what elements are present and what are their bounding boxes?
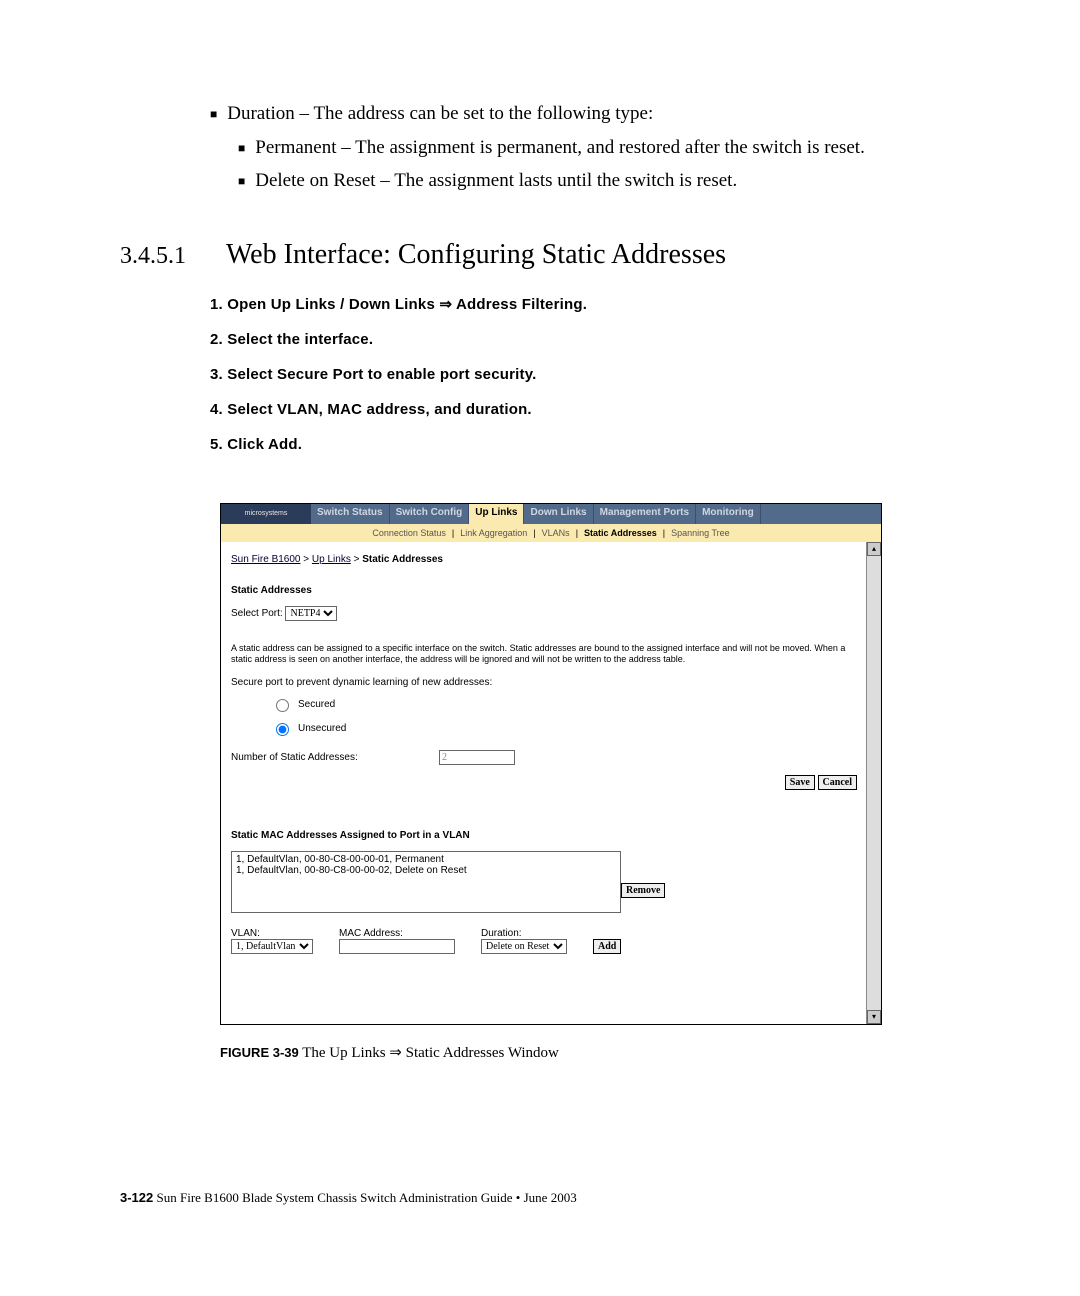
bullet-icon: ■ <box>238 134 245 162</box>
footer-text: Sun Fire B1600 Blade System Chassis Swit… <box>153 1190 576 1205</box>
radio-secured[interactable] <box>276 699 289 712</box>
tab-switch-config[interactable]: Switch Config <box>390 504 470 524</box>
panel-heading: Static Addresses <box>231 585 857 596</box>
permanent-text: Permanent – The assignment is permanent,… <box>255 134 865 162</box>
duration-text: Duration – The address can be set to the… <box>227 100 653 128</box>
add-button[interactable]: Add <box>593 939 621 954</box>
remove-button[interactable]: Remove <box>621 883 665 898</box>
tab-management-ports[interactable]: Management Ports <box>594 504 696 524</box>
bullet-icon: ■ <box>210 100 217 128</box>
tab-up-links[interactable]: Up Links <box>469 504 524 524</box>
tab-switch-status[interactable]: Switch Status <box>311 504 390 524</box>
vlan-select[interactable]: 1, DefaultVlan <box>231 939 313 954</box>
page-number: 3-122 <box>120 1190 153 1205</box>
section-title: Web Interface: Configuring Static Addres… <box>226 239 726 271</box>
crumb-uplinks[interactable]: Up Links <box>312 554 351 565</box>
screenshot: microsystems Switch Status Switch Config… <box>220 503 882 1025</box>
bullet-icon: ■ <box>238 167 245 195</box>
section-number: 3.4.5.1 <box>120 243 186 270</box>
subnav-vlans[interactable]: VLANs <box>542 528 570 538</box>
num-addr-label: Number of Static Addresses: <box>231 752 431 763</box>
tab-down-links[interactable]: Down Links <box>524 504 593 524</box>
scrollbar[interactable]: ▴ ▾ <box>866 542 881 1024</box>
mac-label: MAC Address: <box>339 928 455 939</box>
figure-label: FIGURE 3-39 <box>220 1045 299 1060</box>
step-1: 1. Open Up Links / Down Links ⇒ Address … <box>210 295 960 313</box>
tab-monitoring[interactable]: Monitoring <box>696 504 761 524</box>
duration-select[interactable]: Delete on Reset <box>481 939 567 954</box>
subnav-spanning-tree[interactable]: Spanning Tree <box>671 528 730 538</box>
save-button[interactable]: Save <box>785 775 815 790</box>
vlan-label: VLAN: <box>231 928 313 939</box>
step-2: 2. Select the interface. <box>210 331 960 348</box>
breadcrumb: Sun Fire B1600 > Up Links > Static Addre… <box>231 554 857 565</box>
figure-caption: The Up Links ⇒ Static Addresses Window <box>299 1045 559 1061</box>
scroll-down-icon[interactable]: ▾ <box>867 1010 881 1024</box>
subnav-connection-status[interactable]: Connection Status <box>372 528 446 538</box>
step-5: 5. Click Add. <box>210 436 960 453</box>
subnav-link-aggregation[interactable]: Link Aggregation <box>460 528 527 538</box>
crumb-root[interactable]: Sun Fire B1600 <box>231 554 301 565</box>
select-port[interactable]: NETP4 <box>285 606 337 621</box>
duration-label: Duration: <box>481 928 567 939</box>
cancel-button[interactable]: Cancel <box>818 775 857 790</box>
list-item[interactable]: 1, DefaultVlan, 00-80-C8-00-00-02, Delet… <box>236 865 616 876</box>
mac-list-heading: Static MAC Addresses Assigned to Port in… <box>231 830 857 841</box>
step-3: 3. Select Secure Port to enable port sec… <box>210 366 960 383</box>
subnav-static-addresses[interactable]: Static Addresses <box>584 528 657 538</box>
step-4: 4. Select VLAN, MAC address, and duratio… <box>210 401 960 418</box>
logo: microsystems <box>221 504 311 524</box>
num-addr-input[interactable] <box>439 750 515 765</box>
crumb-current: Static Addresses <box>362 554 443 565</box>
select-port-label: Select Port: <box>231 608 283 619</box>
list-item[interactable]: 1, DefaultVlan, 00-80-C8-00-00-01, Perma… <box>236 854 616 865</box>
radio-secured-label: Secured <box>298 699 335 710</box>
secure-port-label: Secure port to prevent dynamic learning … <box>231 677 857 688</box>
mac-input[interactable] <box>339 939 455 954</box>
radio-unsecured[interactable] <box>276 723 289 736</box>
radio-unsecured-label: Unsecured <box>298 723 346 734</box>
delete-text: Delete on Reset – The assignment lasts u… <box>255 167 737 195</box>
scroll-up-icon[interactable]: ▴ <box>867 542 881 556</box>
mac-list[interactable]: 1, DefaultVlan, 00-80-C8-00-00-01, Perma… <box>231 851 621 913</box>
description-text: A static address can be assigned to a sp… <box>231 643 857 666</box>
